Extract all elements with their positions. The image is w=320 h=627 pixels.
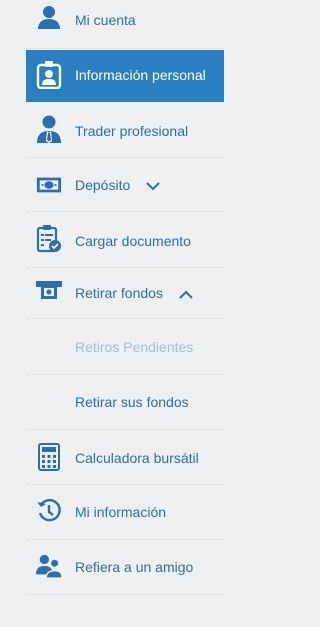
- subnav-item-label: Retiros Pendientes: [75, 339, 194, 355]
- subnav-item-withdraw-funds[interactable]: Retirar sus fondos: [26, 376, 224, 430]
- businessman-icon: [36, 115, 62, 143]
- nav-item-label: Trader profesional: [75, 123, 189, 139]
- nav-item-my-info[interactable]: Mi información: [26, 486, 224, 540]
- nav-item-label: Mi cuenta: [75, 12, 136, 28]
- calculator-icon: [36, 443, 62, 471]
- nav-item-calculator[interactable]: Calculadora bursátil: [26, 431, 224, 485]
- clipboard-check-icon: [36, 225, 62, 253]
- nav-item-deposit[interactable]: Depósito: [26, 159, 224, 212]
- nav-item-label: Mi información: [75, 504, 167, 520]
- nav-item-refer-friend[interactable]: Refiera a un amigo: [26, 541, 224, 595]
- user-icon: [36, 4, 62, 30]
- nav-item-label: Depósito: [75, 177, 160, 193]
- nav-item-upload-document[interactable]: Cargar documento: [26, 213, 224, 268]
- nav-item-personal-info[interactable]: Información personal: [26, 50, 224, 102]
- subnav-item-label: Retirar sus fondos: [75, 394, 189, 410]
- subnav-item-pending-withdrawals[interactable]: Retiros Pendientes: [26, 320, 224, 375]
- banknote-icon: [36, 172, 62, 198]
- nav-item-my-account[interactable]: Mi cuenta: [26, 0, 224, 49]
- nav-item-label: Calculadora bursátil: [75, 450, 199, 466]
- nav-item-label: Cargar documento: [75, 233, 191, 249]
- nav-item-pro-trader[interactable]: Trader profesional: [26, 103, 224, 158]
- chevron-up-icon[interactable]: [179, 290, 193, 299]
- refer-friend-icon: [36, 553, 62, 579]
- account-sidebar-nav: Mi cuenta Información personal Trader pr…: [0, 0, 245, 627]
- nav-item-label: Refiera a un amigo: [75, 559, 194, 575]
- history-icon: [36, 498, 62, 524]
- atm-withdraw-icon: [36, 279, 62, 305]
- nav-item-withdraw[interactable]: Retirar fondos: [26, 269, 224, 319]
- nav-item-label: Retirar fondos: [75, 285, 193, 301]
- chevron-down-icon[interactable]: [146, 182, 160, 191]
- id-badge-icon: [36, 61, 62, 89]
- nav-item-label: Información personal: [75, 67, 206, 83]
